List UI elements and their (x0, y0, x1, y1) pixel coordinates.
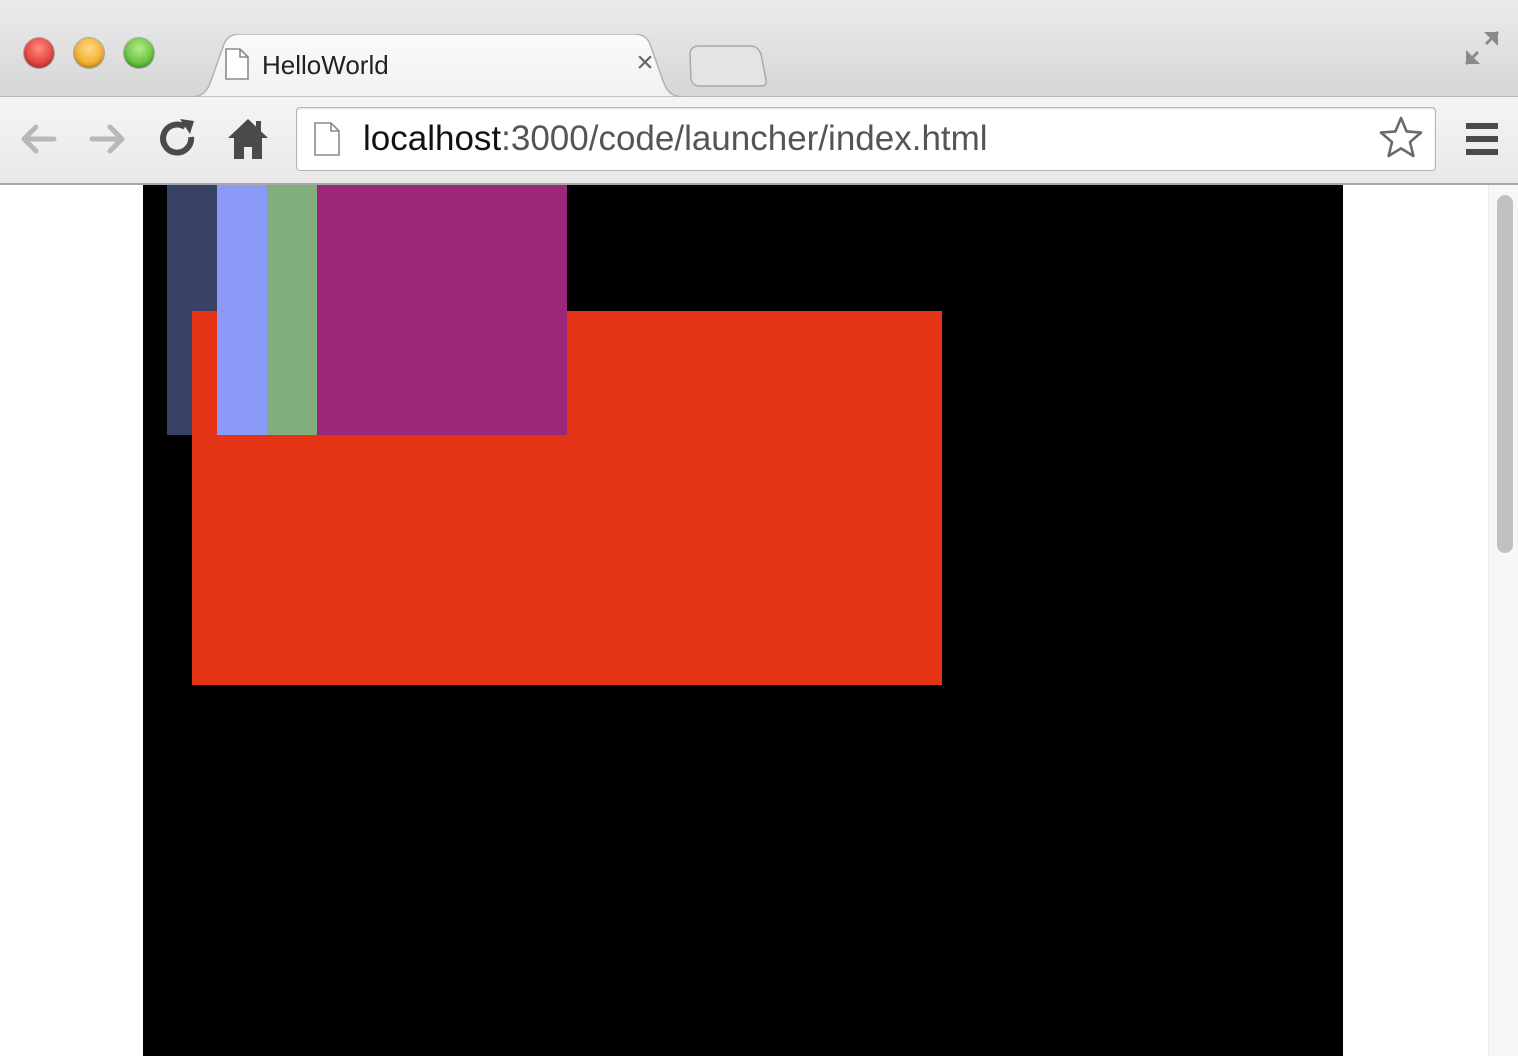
page-viewport (0, 185, 1518, 1056)
title-bar: HelloWorld × (0, 0, 1518, 97)
tab-title: HelloWorld (262, 50, 389, 80)
url-text[interactable]: localhost:3000/code/launcher/index.html (363, 120, 988, 158)
new-tab-button[interactable] (686, 44, 770, 88)
star-icon[interactable] (1377, 114, 1425, 162)
scrollbar-thumb[interactable] (1497, 195, 1513, 553)
tab-close-icon[interactable]: × (630, 48, 660, 78)
arrow-left-icon[interactable] (14, 115, 62, 163)
browser-window: HelloWorld × localhost:3000/code/launche… (0, 0, 1518, 1056)
close-window-button[interactable] (24, 38, 54, 68)
document-icon (225, 48, 249, 80)
home-icon[interactable] (224, 115, 272, 163)
address-bar[interactable]: localhost:3000/code/launcher/index.html (296, 107, 1436, 171)
toolbar: localhost:3000/code/launcher/index.html (0, 97, 1518, 185)
url-host: localhost (363, 119, 502, 158)
magenta-rectangle (317, 185, 567, 435)
reload-icon[interactable] (154, 115, 202, 163)
hamburger-menu-icon[interactable] (1462, 117, 1502, 161)
minimize-window-button[interactable] (74, 38, 104, 68)
zoom-window-button[interactable] (124, 38, 154, 68)
arrow-right-icon[interactable] (84, 115, 132, 163)
fullscreen-icon[interactable] (1462, 28, 1502, 68)
url-path: :3000/code/launcher/index.html (501, 119, 988, 158)
tab-helloworld[interactable]: HelloWorld × (190, 34, 684, 97)
green-rectangle (267, 185, 317, 435)
vertical-scrollbar[interactable] (1488, 185, 1518, 1056)
periwinkle-rectangle (217, 185, 267, 435)
page-document-icon (314, 122, 340, 156)
canvas[interactable] (143, 185, 1343, 1056)
